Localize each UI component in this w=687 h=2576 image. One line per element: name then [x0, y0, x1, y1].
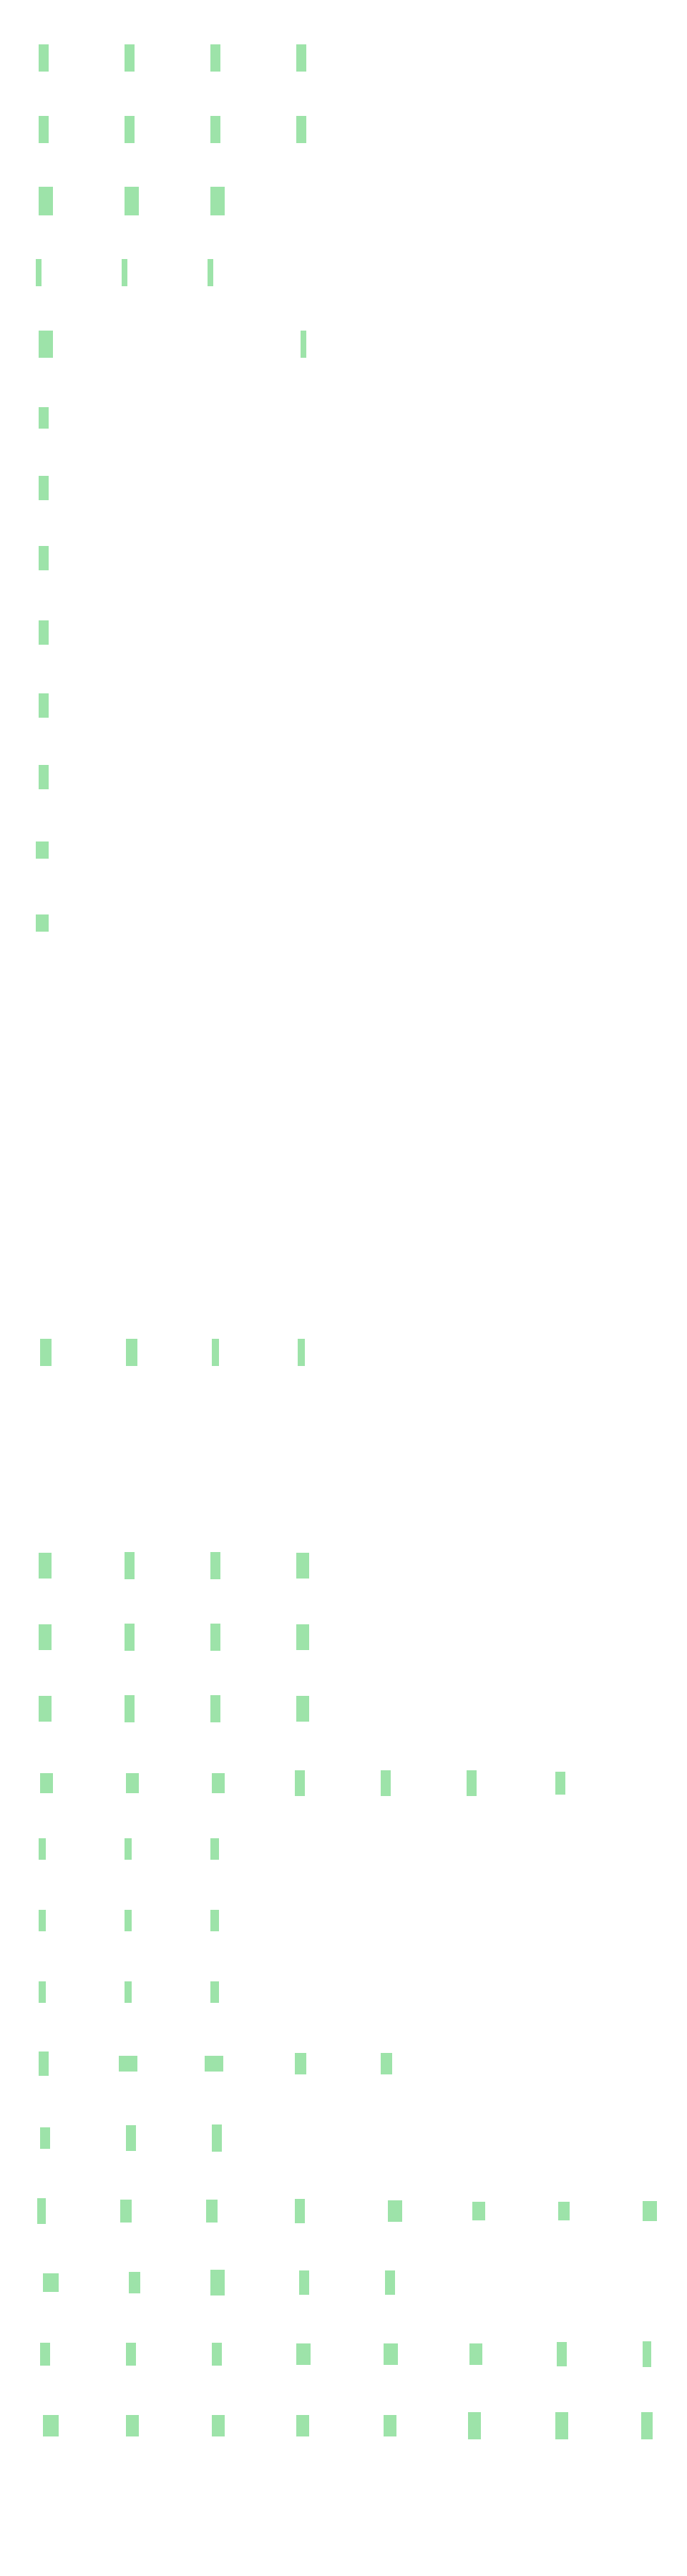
- row-26-mark-6: [469, 2343, 482, 2365]
- row-21-mark-2: [125, 1981, 132, 2003]
- row-1-mark-2: [125, 44, 135, 72]
- row-24-mark-2: [120, 2200, 132, 2223]
- row-25-mark-5: [385, 2270, 395, 2295]
- row-19-mark-1: [39, 1838, 46, 1860]
- row-2-mark-1: [39, 116, 49, 143]
- row-18-mark-4: [295, 1770, 305, 1796]
- row-11-mark-1: [39, 765, 49, 789]
- row-2-mark-2: [125, 116, 135, 143]
- row-24-mark-3: [206, 2200, 218, 2223]
- row-14-mark-4: [298, 1339, 305, 1366]
- row-24-mark-4: [295, 2199, 305, 2223]
- row-22-mark-4: [295, 2053, 306, 2074]
- row-8-mark-1: [39, 546, 49, 570]
- row-27-mark-1: [43, 2415, 59, 2436]
- row-22-mark-5: [381, 2053, 392, 2074]
- row-18-mark-3: [212, 1773, 225, 1793]
- row-17-mark-3: [210, 1695, 220, 1722]
- row-26-mark-2: [126, 2343, 136, 2366]
- row-21-mark-3: [210, 1981, 219, 2003]
- row-4-mark-2: [122, 259, 127, 286]
- row-22-mark-1: [39, 2051, 49, 2076]
- row-19-mark-2: [125, 1838, 132, 1860]
- row-18-mark-5: [381, 1770, 391, 1796]
- row-22-mark-3: [205, 2056, 223, 2072]
- row-20-mark-3: [210, 1910, 219, 1931]
- row-15-mark-1: [39, 1553, 52, 1579]
- row-10-mark-1: [39, 693, 49, 718]
- row-1-mark-3: [210, 44, 220, 72]
- row-27-mark-4: [296, 2415, 309, 2436]
- row-3-mark-2: [125, 187, 139, 215]
- row-27-mark-3: [212, 2415, 225, 2436]
- row-9-mark-1: [39, 620, 49, 645]
- row-14-mark-3: [212, 1339, 219, 1366]
- row-26-mark-1: [40, 2343, 50, 2366]
- row-19-mark-3: [210, 1838, 219, 1860]
- row-20-mark-1: [39, 1910, 46, 1931]
- row-20-mark-2: [125, 1910, 132, 1931]
- row-17-mark-1: [39, 1696, 52, 1722]
- row-23-mark-2: [126, 2125, 136, 2151]
- row-23-mark-1: [40, 2127, 50, 2149]
- row-4-mark-1: [36, 259, 42, 286]
- row-5-mark-1: [39, 331, 53, 358]
- row-14-mark-1: [40, 1339, 52, 1366]
- row-13-mark-1: [36, 914, 49, 932]
- row-16-mark-4: [296, 1624, 309, 1650]
- row-2-mark-3: [210, 116, 220, 143]
- row-26-mark-4: [296, 2343, 311, 2365]
- row-4-mark-3: [208, 259, 213, 286]
- row-24-mark-1: [37, 2198, 46, 2224]
- row-14-mark-2: [126, 1339, 137, 1366]
- row-16-mark-2: [125, 1624, 135, 1651]
- row-24-mark-6: [472, 2202, 485, 2220]
- row-25-mark-4: [299, 2270, 309, 2295]
- row-27-mark-2: [126, 2415, 139, 2436]
- row-3-mark-3: [210, 187, 225, 215]
- row-25-mark-2: [129, 2272, 140, 2293]
- row-1-mark-4: [296, 44, 306, 72]
- row-25-mark-3: [210, 2270, 225, 2296]
- row-17-mark-2: [125, 1695, 135, 1722]
- row-12-mark-1: [36, 841, 49, 859]
- row-16-mark-1: [39, 1624, 52, 1650]
- row-23-mark-3: [212, 2124, 222, 2152]
- row-24-mark-7: [558, 2202, 570, 2220]
- row-21-mark-1: [39, 1981, 46, 2003]
- row-15-mark-4: [296, 1553, 309, 1579]
- row-26-mark-5: [384, 2343, 398, 2365]
- row-2-mark-4: [296, 116, 306, 143]
- row-16-mark-3: [210, 1624, 220, 1651]
- row-7-mark-1: [39, 476, 49, 500]
- row-27-mark-5: [384, 2415, 396, 2436]
- row-27-mark-7: [555, 2412, 568, 2439]
- row-5-mark-2: [301, 331, 306, 358]
- row-18-mark-6: [467, 1770, 477, 1796]
- row-24-mark-8: [643, 2201, 657, 2221]
- row-18-mark-7: [555, 1772, 565, 1795]
- row-18-mark-1: [40, 1773, 53, 1793]
- row-27-mark-8: [641, 2412, 653, 2439]
- row-3-mark-1: [39, 187, 53, 215]
- row-1-mark-1: [39, 44, 49, 72]
- row-15-mark-3: [210, 1552, 220, 1579]
- row-17-mark-4: [296, 1696, 309, 1722]
- row-18-mark-2: [126, 1773, 139, 1793]
- row-6-mark-1: [39, 407, 49, 429]
- row-22-mark-2: [119, 2056, 137, 2072]
- row-26-mark-3: [212, 2343, 222, 2366]
- row-27-mark-6: [468, 2412, 481, 2439]
- row-26-mark-7: [557, 2342, 567, 2366]
- row-24-mark-5: [388, 2200, 402, 2222]
- row-26-mark-8: [643, 2341, 651, 2367]
- row-25-mark-1: [43, 2273, 59, 2292]
- row-15-mark-2: [125, 1552, 135, 1579]
- mark-canvas: [0, 0, 687, 2576]
